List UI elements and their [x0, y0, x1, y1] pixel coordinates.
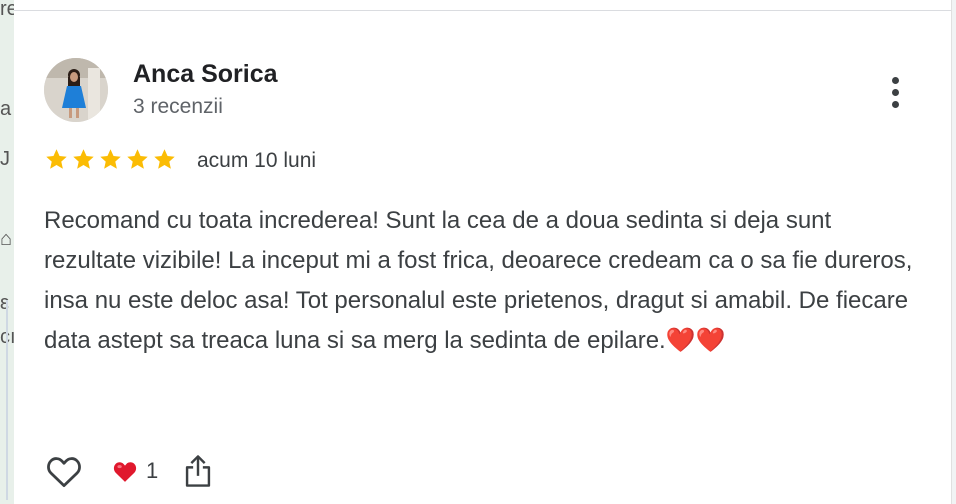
scrollbar-track[interactable]: [951, 0, 956, 504]
map-label: ⌂: [0, 228, 13, 250]
share-button[interactable]: [180, 451, 216, 491]
more-vert-icon: [891, 76, 899, 84]
star-icon: [100, 149, 121, 169]
like-button[interactable]: [44, 451, 84, 491]
map-road: [6, 300, 8, 500]
avatar[interactable]: [44, 58, 108, 122]
star-icon: [154, 149, 175, 169]
share-icon: [186, 455, 211, 487]
star-icon: [73, 149, 94, 169]
heart-outline-icon: [47, 457, 81, 488]
top-divider: [14, 0, 956, 11]
avatar-image: [44, 58, 108, 122]
reviewer-name[interactable]: Anca Sorica: [133, 60, 278, 89]
star-rating: [44, 147, 177, 172]
more-options-button[interactable]: [880, 71, 910, 113]
reaction-summary[interactable]: 1: [112, 458, 158, 484]
review-text: Recomand cu toata increderea! Sunt la ce…: [44, 207, 913, 354]
star-icon: [46, 149, 67, 169]
map-label: J: [0, 148, 10, 170]
star-icon: [127, 149, 148, 169]
reaction-count: 1: [146, 458, 159, 483]
more-vert-icon-dot: [891, 88, 899, 96]
map-label: re: [0, 0, 14, 20]
review-time: acum 10 luni: [197, 149, 317, 172]
more-vert-icon-dot: [891, 100, 899, 108]
reviewer-review-count[interactable]: 3 recenzii: [133, 95, 223, 119]
review-actions: 1: [44, 451, 216, 491]
map-label: a: [0, 98, 12, 120]
red-heart-icon: [113, 462, 137, 482]
map-edge: re a J ⌂ ε cı: [0, 0, 14, 504]
review-card: Anca Sorica 3 recenzii acum 10 luni Reco…: [14, 11, 951, 504]
